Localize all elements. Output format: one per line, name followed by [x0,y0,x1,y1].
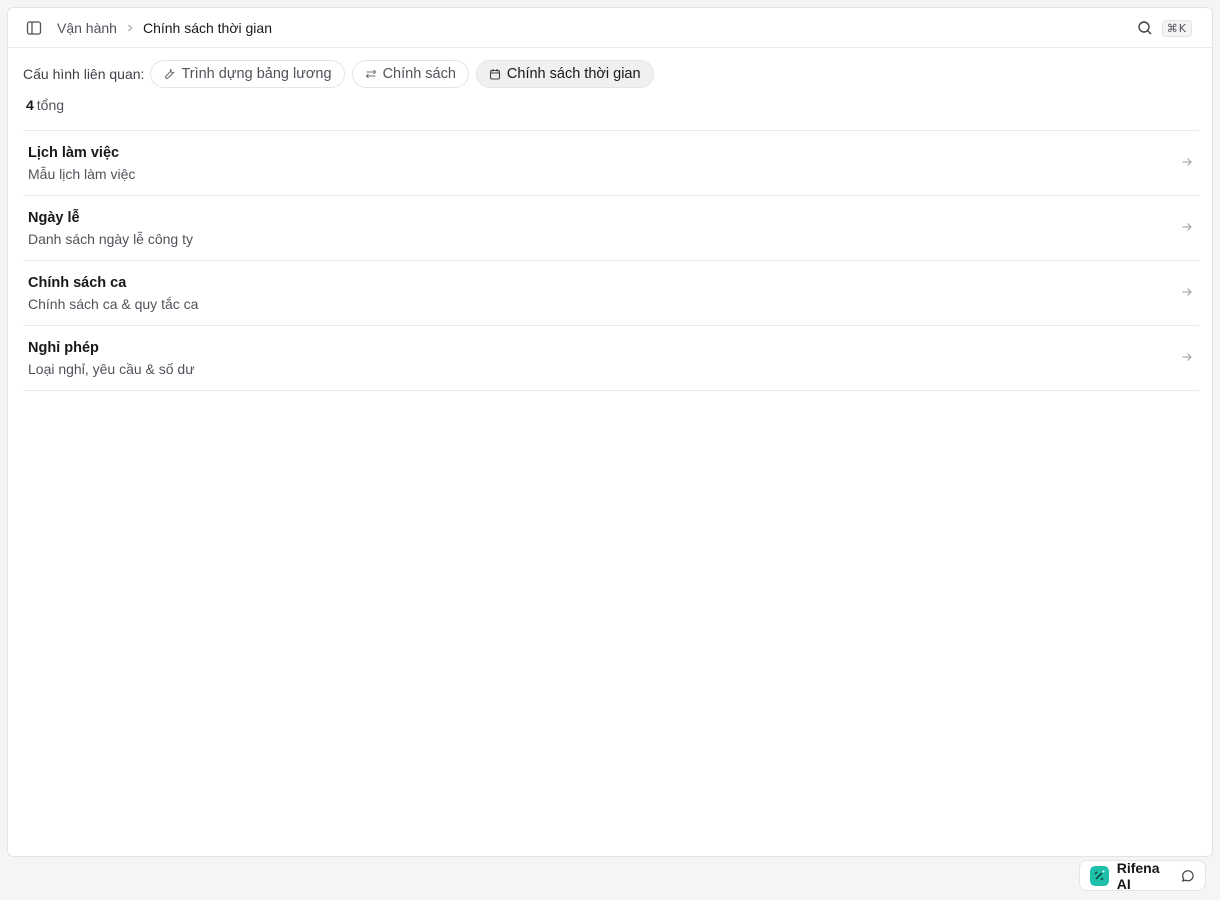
related-label: Cấu hình liên quan: [23,66,145,82]
chip-label: Trình dựng bảng lương [181,66,332,82]
top-bar: Vận hành Chính sách thời gian ⌘K [8,8,1212,48]
sparkle-icon [1090,865,1109,886]
arrow-right-icon [1181,351,1193,363]
item-title: Lịch làm việc [28,145,120,161]
list-item-holidays[interactable]: Ngày lễ Danh sách ngày lễ công ty [23,196,1199,261]
list-item-work-schedule[interactable]: Lịch làm việc Mẫu lịch làm việc [23,131,1199,196]
calendar-icon [489,68,501,80]
chip-label: Chính sách thời gian [506,66,641,82]
total-count-value: 4 [26,97,34,113]
ai-assistant-button[interactable]: Rifena AI [1079,859,1206,892]
total-count-label: tổng [36,97,65,113]
search-shortcut: ⌘K [1161,19,1192,37]
settings-list: Lịch làm việc Mẫu lịch làm việc Ngày lễ … [23,130,1199,391]
item-description: Mẫu lịch làm việc [28,166,136,182]
sliders-icon [365,68,377,80]
main-panel: Vận hành Chính sách thời gian ⌘K Cấu hìn… [7,7,1213,857]
wrench-icon [163,68,176,80]
arrow-right-icon [1181,156,1193,168]
ai-assistant-label: Rifena AI [1116,859,1160,892]
chip-label: Chính sách [382,66,456,82]
item-description: Loại nghỉ, yêu cầu & số dư [28,361,195,377]
item-title: Chính sách ca [28,275,127,291]
related-config: Cấu hình liên quan: Trình dựng bảng lươn… [23,60,661,88]
arrow-right-icon [1181,221,1193,233]
breadcrumb: Vận hành Chính sách thời gian [57,20,272,36]
breadcrumb-current: Chính sách thời gian [142,19,272,36]
breadcrumb-parent[interactable]: Vận hành [57,20,117,36]
topbar-actions: ⌘K [1136,8,1192,48]
sidebar-toggle-icon[interactable] [25,19,43,37]
chat-bubble-icon [1181,869,1195,883]
item-description: Chính sách ca & quy tắc ca [28,296,199,312]
chip-payroll-builder[interactable]: Trình dựng bảng lương [150,60,345,88]
chevron-right-icon [126,24,134,32]
chip-policy[interactable]: Chính sách [351,60,469,88]
list-item-leave[interactable]: Nghỉ phép Loại nghỉ, yêu cầu & số dư [23,326,1199,391]
search-icon[interactable] [1136,19,1154,37]
list-item-shift-policy[interactable]: Chính sách ca Chính sách ca & quy tắc ca [23,261,1199,326]
chip-time-policy[interactable]: Chính sách thời gian [475,60,654,88]
item-title: Ngày lễ [28,210,80,226]
item-title: Nghỉ phép [28,340,99,356]
total-count: 4 tổng [26,97,64,113]
item-description: Danh sách ngày lễ công ty [28,231,193,247]
arrow-right-icon [1181,286,1193,298]
